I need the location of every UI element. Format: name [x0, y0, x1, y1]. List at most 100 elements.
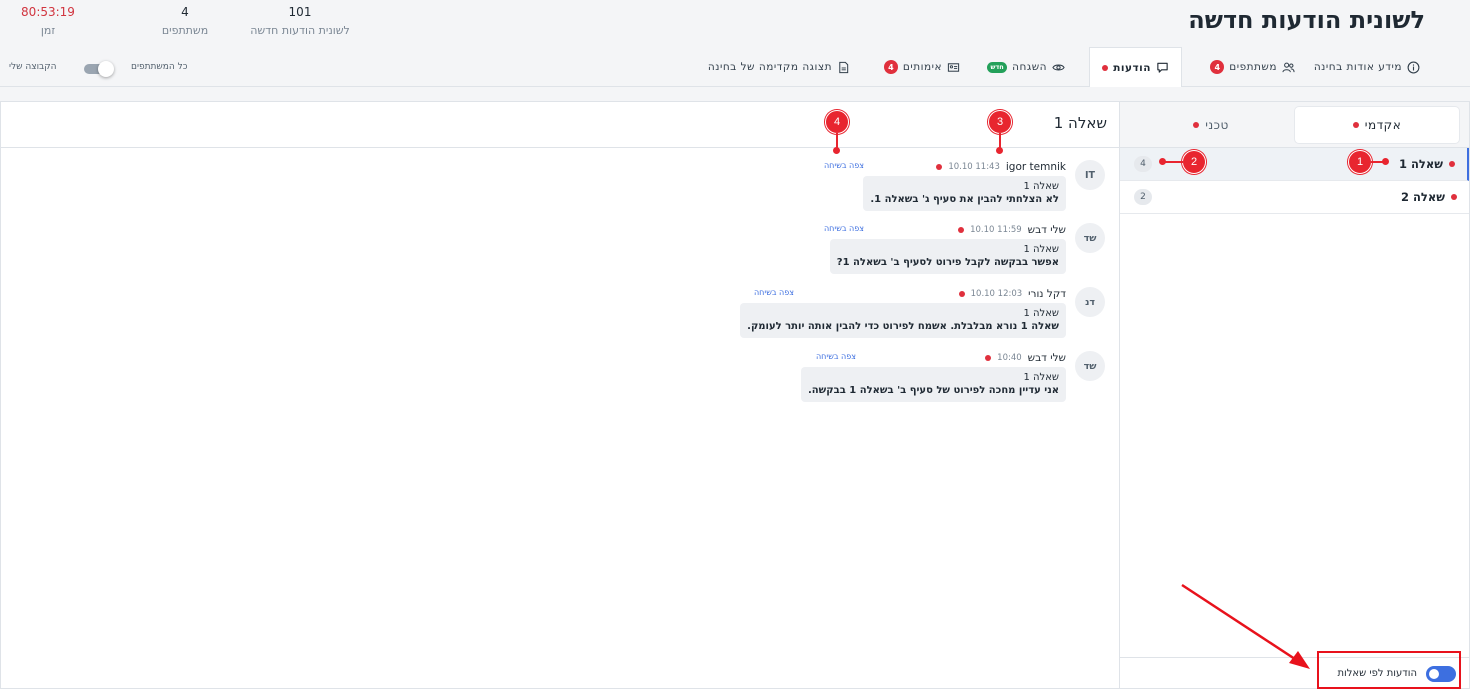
participants-badge: 4 [1210, 60, 1225, 74]
unread-dot [985, 355, 992, 361]
annotation-marker-3: 3 [988, 110, 1012, 134]
message-author: igor temnik [1005, 161, 1066, 173]
tab-participants[interactable]: משתתפים 4 [1210, 47, 1295, 87]
tab-academic[interactable]: אקדמי [1295, 107, 1459, 143]
annotation-highlight-box [1317, 651, 1461, 689]
message-question: שאלה 1 [1023, 308, 1059, 319]
tab-verifications[interactable]: אימותים 4 [883, 47, 960, 87]
filter-all-participants-label[interactable]: כל המשתתפים [131, 62, 188, 72]
message-time: 10:40 [997, 353, 1022, 363]
message-author: שלי דבש [1027, 352, 1066, 364]
annotation-marker-2: 2 [1182, 150, 1206, 174]
message-bubble: שאלה 1 שאלה 1 נורא מבלבלת. אשמח לפירוט כ… [740, 303, 1066, 338]
watch-conversation-link[interactable]: צפה בשיחה [824, 224, 864, 233]
technical-unread-dot [1193, 122, 1200, 128]
annotation-dot [833, 147, 840, 154]
avatar: IT [1075, 160, 1105, 190]
question-count: 4 [1134, 156, 1152, 172]
messages-panel: שאלה 1 IT igor temnik 11:43 10.10 צפה בש… [0, 101, 1119, 689]
annotation-line [1163, 161, 1183, 163]
annotation-marker-4: 4 [825, 110, 849, 134]
question-name: שאלה 2 [1401, 190, 1457, 204]
messages-unread-dot [1102, 64, 1109, 71]
participants-filter-toggle[interactable] [84, 61, 114, 77]
academic-unread-dot [1352, 122, 1359, 128]
annotation-dot [1382, 158, 1389, 165]
watch-conversation-link[interactable]: צפה בשיחה [754, 288, 794, 297]
message-question: שאלה 1 [1023, 181, 1059, 192]
tab-verifications-label: אימותים [902, 61, 942, 73]
question-count: 2 [1134, 189, 1152, 205]
message-meta: דקל נורי 12:03 10.10 [958, 287, 1066, 301]
message-author: שלי דבש [1027, 224, 1066, 236]
eye-icon [1052, 64, 1065, 70]
message-author: דקל נורי [1028, 288, 1066, 300]
message-text: אפשר בבקשה לקבל פירוט לסעיף ב' בשאלה 1? [836, 257, 1059, 268]
category-tabs: אקדמי טכני [1120, 102, 1469, 148]
messages-title: שאלה 1 [1053, 114, 1107, 132]
message-text: לא הצלחתי להבין את סעיף ג' בשאלה 1. [870, 194, 1059, 205]
message-question: שאלה 1 [1023, 372, 1059, 383]
stat-participants-label: משתתפים [161, 24, 209, 37]
messages-header: שאלה 1 [1, 102, 1119, 148]
message-text: שאלה 1 נורא מבלבלת. אשמח לפירוט כדי להבי… [747, 321, 1059, 332]
question-label: שאלה 1 [1399, 157, 1443, 171]
message-item: שד שלי דבש 11:59 10.10 צפה בשיחה שאלה 1 … [519, 223, 1119, 279]
tab-messages-label: הודעות [1113, 61, 1151, 74]
people-icon [1282, 62, 1295, 72]
verifications-badge: 4 [883, 60, 898, 74]
avatar: שד [1075, 223, 1105, 253]
question-row-1[interactable]: שאלה 1 4 [1120, 148, 1469, 181]
new-chip: חדש [987, 61, 1008, 73]
avatar: דנ [1075, 287, 1105, 317]
unread-dot [958, 227, 965, 233]
tab-proctoring-label: השגחה [1012, 61, 1047, 73]
message-question: שאלה 1 [1023, 244, 1059, 255]
filter-my-group-label[interactable]: הקבוצה שלי [9, 62, 57, 72]
unread-dot [936, 164, 943, 170]
page-header: לשונית הודעות חדשה 80:53:19 זמן 4 משתתפי… [0, 0, 1470, 47]
tab-messages[interactable]: הודעות [1089, 47, 1182, 88]
stat-participants-value: 4 [181, 5, 189, 19]
tab-technical[interactable]: טכני [1129, 107, 1293, 143]
tab-exam-preview[interactable]: תצוגה מקדימה של בחינה [708, 47, 850, 87]
stat-participants: 4 משתתפים [135, 4, 235, 39]
avatar: שד [1075, 351, 1105, 381]
stat-wall-label: לשונית הודעות חדשה [250, 24, 350, 37]
stat-wall-value: 101 [288, 5, 312, 19]
tab-exam-info[interactable]: מידע אודות בחינה [1314, 47, 1420, 87]
tab-academic-label: אקדמי [1364, 118, 1402, 132]
question-row-2[interactable]: שאלה 2 2 [1120, 181, 1469, 214]
tab-exam-preview-label: תצוגה מקדימה של בחינה [707, 61, 832, 73]
annotation-dot [1159, 158, 1166, 165]
message-text: אני עדיין מחכה לפירוט של סעיף ב' בשאלה 1… [807, 385, 1059, 396]
message-meta: שלי דבש 10:40 [985, 351, 1066, 365]
message-bubble: שאלה 1 אני עדיין מחכה לפירוט של סעיף ב' … [800, 367, 1066, 402]
tab-technical-label: טכני [1205, 118, 1229, 132]
chat-icon [1157, 62, 1168, 73]
message-item: IT igor temnik 11:43 10.10 צפה בשיחה שאל… [519, 160, 1119, 216]
unread-dot [958, 291, 965, 297]
annotation-arrow [1181, 583, 1310, 669]
tab-proctoring[interactable]: השגחה חדש [987, 47, 1065, 87]
message-item: דנ דקל נורי 12:03 10.10 צפה בשיחה שאלה 1… [519, 287, 1119, 343]
tab-exam-info-label: מידע אודות בחינה [1313, 61, 1402, 73]
tab-participants-label: משתתפים [1229, 61, 1277, 73]
question-name: שאלה 1 [1399, 157, 1455, 171]
unread-dot [1451, 194, 1457, 200]
watch-conversation-link[interactable]: צפה בשיחה [824, 161, 864, 170]
toggle-knob [98, 61, 114, 77]
message-time: 12:03 10.10 [970, 289, 1023, 299]
info-icon [1407, 61, 1420, 73]
message-bubble: שאלה 1 אפשר בבקשה לקבל פירוט לסעיף ב' בש… [829, 239, 1066, 274]
message-meta: שלי דבש 11:59 10.10 [958, 223, 1066, 237]
document-icon [839, 61, 849, 73]
watch-conversation-link[interactable]: צפה בשיחה [816, 352, 856, 361]
page-title: לשונית הודעות חדשה [1188, 6, 1425, 34]
stat-time-label: זמן [40, 24, 56, 37]
stat-time: 80:53:19 זמן [18, 4, 78, 39]
annotation-marker-1: 1 [1348, 150, 1372, 174]
tabs-bar: מידע אודות בחינה משתתפים 4 הודעות השגחה … [0, 47, 1470, 88]
main-area: שאלה 1 IT igor temnik 11:43 10.10 צפה בש… [0, 87, 1470, 689]
message-meta: igor temnik 11:43 10.10 [936, 160, 1066, 174]
